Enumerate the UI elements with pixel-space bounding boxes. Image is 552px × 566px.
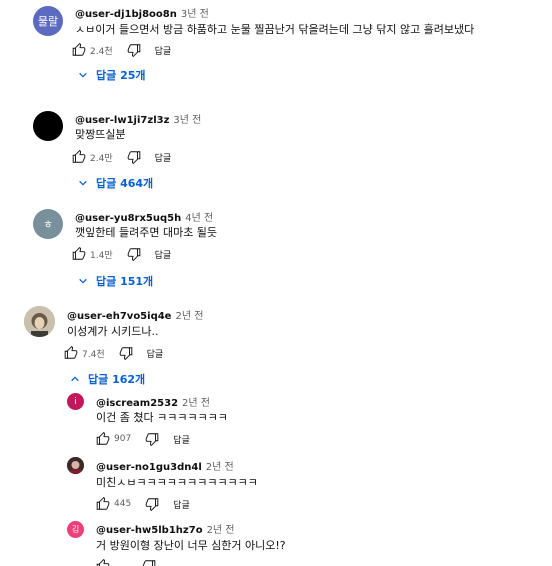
reply-time[interactable]: 2년 전 bbox=[182, 398, 210, 409]
thumb-down-icon[interactable] bbox=[142, 559, 156, 566]
thumb-up-icon[interactable] bbox=[72, 150, 86, 164]
like-count: 2.4천 bbox=[90, 46, 113, 57]
author-name[interactable]: @iscream2532 bbox=[96, 398, 178, 409]
comment-header: @user-dj1bj8oo8n 3년 전 bbox=[75, 5, 209, 20]
reply-text: 이건 좀 쳤다 ㅋㅋㅋㅋㅋㅋㅋ bbox=[96, 411, 228, 424]
chevron-up-icon bbox=[71, 376, 79, 382]
reply-toolbar: 907 답글 bbox=[96, 431, 190, 447]
reply-button[interactable]: 답글 bbox=[173, 433, 190, 446]
author-name[interactable]: @user-yu8rx5uq5h bbox=[75, 213, 181, 224]
like-count: 7.4천 bbox=[82, 349, 105, 360]
comment-text: 깻잎한테 들려주면 대마초 될듯 bbox=[75, 226, 218, 239]
thumb-down-icon[interactable] bbox=[145, 497, 159, 511]
author-name[interactable]: @user-dj1bj8oo8n bbox=[75, 9, 177, 20]
author-name[interactable]: @user-hw5lb1hz7o bbox=[96, 525, 203, 536]
thumb-down-icon[interactable] bbox=[127, 247, 141, 261]
comment-header: @user-eh7vo5iq4e 2년 전 bbox=[67, 307, 203, 322]
reply-header: @user-no1gu3dn4l 2년 전 bbox=[96, 458, 234, 473]
reply-time[interactable]: 2년 전 bbox=[206, 462, 234, 473]
thumb-up-icon[interactable] bbox=[64, 346, 78, 360]
thumb-down-icon[interactable] bbox=[119, 346, 133, 360]
thumb-up-icon[interactable] bbox=[96, 559, 110, 566]
reply-text: 미친ㅅㅂㅋㅋㅋㅋㅋㅋㅋㅋㅋㅋㅋㅋ bbox=[96, 476, 258, 489]
comment-toolbar: 1.4만 답글 bbox=[72, 246, 171, 262]
replies-label: 답글 151개 bbox=[96, 275, 154, 288]
avatar-image bbox=[24, 306, 55, 337]
comment-header: @user-lw1ji7zl3z 3년 전 bbox=[75, 111, 201, 126]
avatar[interactable]: 김 bbox=[67, 521, 84, 538]
avatar[interactable]: 물랄 bbox=[33, 6, 63, 36]
avatar[interactable]: i bbox=[67, 393, 84, 410]
avatar[interactable] bbox=[24, 306, 55, 337]
like-count: 907 bbox=[114, 434, 132, 444]
comment-toolbar: 2.4천 답글 bbox=[72, 42, 171, 58]
replies-label: 답글 25개 bbox=[96, 69, 146, 82]
view-replies-button[interactable]: 답글 25개 bbox=[78, 67, 146, 83]
reply-header: @user-hw5lb1hz7o 2년 전 bbox=[96, 521, 235, 536]
view-replies-button[interactable]: 답글 464개 bbox=[78, 175, 153, 191]
thumb-down-icon[interactable] bbox=[127, 150, 141, 164]
comment-text: ㅅㅂ이거 들으면서 방금 하품하고 눈물 찔끔난거 닦을려는데 그냥 닦지 않고… bbox=[75, 23, 475, 36]
replies-label: 답글 162개 bbox=[88, 373, 146, 386]
thumb-down-icon[interactable] bbox=[145, 432, 159, 446]
comment-time[interactable]: 3년 전 bbox=[173, 115, 201, 126]
comment-text: 맞짱뜨실분 bbox=[75, 128, 126, 141]
avatar[interactable] bbox=[67, 457, 84, 474]
comment-header: @user-yu8rx5uq5h 4년 전 bbox=[75, 209, 213, 224]
comment-time[interactable]: 3년 전 bbox=[181, 9, 209, 20]
reply-toolbar: 445 답글 bbox=[96, 496, 190, 512]
avatar[interactable] bbox=[33, 111, 63, 141]
view-replies-button[interactable]: 답글 151개 bbox=[78, 273, 153, 289]
like-count: 445 bbox=[114, 499, 132, 509]
replies-label: 답글 464개 bbox=[96, 177, 154, 190]
author-name[interactable]: @user-lw1ji7zl3z bbox=[75, 115, 169, 126]
thumb-down-icon[interactable] bbox=[127, 43, 141, 57]
reply-button[interactable]: 답글 bbox=[155, 151, 172, 164]
reply-time[interactable]: 2년 전 bbox=[207, 525, 235, 536]
like-count: 2.4만 bbox=[90, 153, 113, 164]
thumb-up-icon[interactable] bbox=[72, 247, 86, 261]
chevron-down-icon bbox=[79, 278, 87, 284]
reply-toolbar bbox=[96, 559, 170, 566]
hide-replies-button[interactable]: 답글 162개 bbox=[70, 371, 145, 387]
comment-text: 이성계가 시키드나.. bbox=[67, 325, 159, 338]
thumb-up-icon[interactable] bbox=[72, 43, 86, 57]
author-name[interactable]: @user-eh7vo5iq4e bbox=[67, 311, 171, 322]
reply-button[interactable]: 답글 bbox=[155, 44, 172, 57]
chevron-down-icon bbox=[79, 72, 87, 78]
comment-toolbar: 7.4천 답글 bbox=[64, 345, 163, 361]
reply-button[interactable]: 답글 bbox=[147, 347, 164, 360]
comment-toolbar: 2.4만 답글 bbox=[72, 149, 171, 165]
comment-time[interactable]: 2년 전 bbox=[175, 311, 203, 322]
comment-time[interactable]: 4년 전 bbox=[185, 213, 213, 224]
avatar-image bbox=[67, 457, 84, 474]
reply-button[interactable]: 답글 bbox=[155, 248, 172, 261]
reply-text: 거 방원이형 장난이 너무 심한거 아니오!? bbox=[96, 539, 286, 552]
chevron-down-icon bbox=[79, 180, 87, 186]
author-name[interactable]: @user-no1gu3dn4l bbox=[96, 462, 202, 473]
reply-header: @iscream2532 2년 전 bbox=[96, 394, 210, 409]
avatar[interactable]: ㅎ bbox=[33, 209, 63, 239]
like-count: 1.4만 bbox=[90, 250, 113, 261]
reply-button[interactable]: 답글 bbox=[173, 498, 190, 511]
thumb-up-icon[interactable] bbox=[96, 497, 110, 511]
thumb-up-icon[interactable] bbox=[96, 432, 110, 446]
